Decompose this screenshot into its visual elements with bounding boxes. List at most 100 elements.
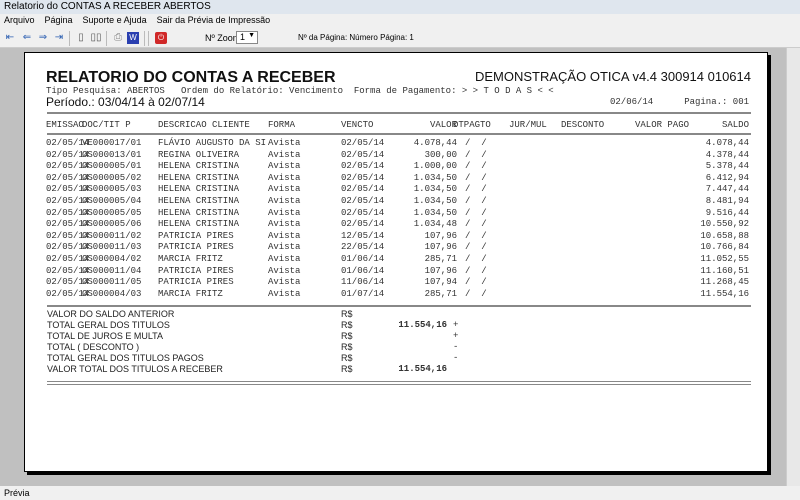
cell: 1.034,50 xyxy=(413,207,457,218)
total-label: VALOR DO SALDO ANTERIOR xyxy=(47,309,175,319)
cell: 4.078,44 xyxy=(413,138,457,148)
cell: 02/05/14 xyxy=(341,184,385,195)
next-page-icon[interactable]: ⇒ xyxy=(37,32,49,44)
menu-sair[interactable]: Sair da Prévia de Impressão xyxy=(157,15,271,27)
menu-pagina[interactable]: Página xyxy=(45,15,73,27)
cell: OS000005/06 xyxy=(82,219,142,230)
window-title: Relatorio do CONTAS A RECEBER ABERTOS xyxy=(0,0,800,14)
cell: HELENA CRISTINA xyxy=(158,161,240,172)
cell: 02/05/14 xyxy=(341,196,385,206)
cell: 4.078,44 xyxy=(705,138,749,148)
status-bar: Prévia xyxy=(0,486,800,500)
cell: 1.034,50 xyxy=(413,184,457,195)
cell: Avista xyxy=(268,230,301,241)
cell: / / xyxy=(465,288,487,299)
total-label: TOTAL GERAL DOS TITULOS xyxy=(47,320,170,330)
cell: / / xyxy=(465,161,487,172)
cell: 107,94 xyxy=(424,277,457,288)
cell: Avista xyxy=(268,265,301,276)
cell: OS000011/02 xyxy=(82,230,142,241)
company-name: DEMONSTRAÇÃO OTICA v4.4 300914 010614 xyxy=(474,69,751,84)
last-page-icon[interactable]: ⇥ xyxy=(53,32,65,44)
cell: Avista xyxy=(268,219,301,230)
cell: 1.000,00 xyxy=(413,161,457,172)
print-icon[interactable]: ⎙ xyxy=(112,32,124,44)
two-pages-icon[interactable]: ▯▯ xyxy=(90,32,102,44)
cell: / / xyxy=(465,138,487,148)
menu-arquivo[interactable]: Arquivo xyxy=(4,15,35,27)
total-sign: - xyxy=(453,342,459,352)
cell: / / xyxy=(465,277,487,288)
menu-suporte[interactable]: Suporte e Ajuda xyxy=(83,15,147,27)
column-header-dtpagto: DTPAGTO xyxy=(453,120,491,130)
cell: HELENA CRISTINA xyxy=(158,172,240,183)
total-currency: R$ xyxy=(341,353,353,363)
column-header-jurmul: JUR/MUL xyxy=(509,120,547,130)
cell: 285,71 xyxy=(424,288,457,299)
prev-page-icon[interactable]: ⇐ xyxy=(21,32,33,44)
cell: OS000004/03 xyxy=(82,288,142,299)
cell: / / xyxy=(465,149,487,160)
total-value: 11.554,16 xyxy=(398,320,447,330)
total-sign: + xyxy=(453,331,459,341)
cell: 02/05/14 xyxy=(341,138,385,148)
cell: 10.658,88 xyxy=(700,230,749,241)
cell: VE000017/01 xyxy=(82,138,142,148)
cell: OS000011/03 xyxy=(82,242,142,253)
cell: Avista xyxy=(268,242,301,253)
menu-bar: Arquivo Página Suporte e Ajuda Sair da P… xyxy=(0,14,800,28)
toolbar: ⇤ ⇐ ⇒ ⇥ ▯ ▯▯ ⎙ W ⏻ Nº Zoom 1 ▼ Nº da Pági… xyxy=(0,28,800,48)
cell: PATRICIA PIRES xyxy=(158,242,234,253)
column-header-valorpago: VALOR PAGO xyxy=(635,120,690,130)
cell: Avista xyxy=(268,138,301,148)
cell: Avista xyxy=(268,149,301,160)
cell: 01/07/14 xyxy=(341,288,385,299)
total-sign: + xyxy=(453,320,459,330)
word-export-icon[interactable]: W xyxy=(127,32,139,44)
cell: 107,96 xyxy=(424,265,457,276)
single-page-icon[interactable]: ▯ xyxy=(75,32,87,44)
cell: 02/05/14 xyxy=(341,149,385,160)
cell: OS000005/01 xyxy=(82,161,142,172)
cell: HELENA CRISTINA xyxy=(158,196,240,206)
cell: HELENA CRISTINA xyxy=(158,219,240,230)
cell: HELENA CRISTINA xyxy=(158,207,240,218)
cell: 1.034,50 xyxy=(413,196,457,206)
cell: / / xyxy=(465,172,487,183)
close-preview-icon[interactable]: ⏻ xyxy=(155,32,167,44)
chevron-down-icon: ▼ xyxy=(248,32,255,39)
cell: 1.034,48 xyxy=(413,219,457,230)
cell: 5.378,44 xyxy=(705,161,749,172)
cell: Avista xyxy=(268,184,301,195)
total-label: TOTAL ( DESCONTO ) xyxy=(47,342,140,352)
cell: 22/05/14 xyxy=(341,242,385,253)
total-currency: R$ xyxy=(341,309,353,319)
cell: Avista xyxy=(268,277,301,288)
report-page-number: Pagina.: 001 xyxy=(684,97,749,107)
zoom-select[interactable]: 1 ▼ xyxy=(236,31,258,44)
cell: 1.034,50 xyxy=(413,172,457,183)
cell: OS000004/02 xyxy=(82,254,142,264)
vertical-scrollbar[interactable] xyxy=(786,48,800,486)
cell: PATRICIA PIRES xyxy=(158,265,234,276)
total-label: VALOR TOTAL DOS TITULOS A RECEBER xyxy=(47,364,223,374)
cell: 02/05/14 xyxy=(341,219,385,230)
cell: 11.268,45 xyxy=(700,277,749,288)
cell: 11.052,55 xyxy=(700,254,749,264)
cell: 12/05/14 xyxy=(341,230,385,241)
first-page-icon[interactable]: ⇤ xyxy=(4,32,16,44)
report-title: RELATORIO DO CONTAS A RECEBER xyxy=(46,69,336,86)
cell: / / xyxy=(465,219,487,230)
cell: 02/05/14 xyxy=(341,172,385,183)
cell: 300,00 xyxy=(424,149,457,160)
cell: 107,96 xyxy=(424,242,457,253)
cell: / / xyxy=(465,184,487,195)
cell: PATRICIA PIRES xyxy=(158,277,234,288)
cell: 6.412,94 xyxy=(705,172,749,183)
cell: OS000005/05 xyxy=(82,207,142,218)
column-header-vencto: VENCTO xyxy=(341,120,374,130)
column-header-emissao: EMISSAO xyxy=(46,120,84,130)
column-header-desconto: DESCONTO xyxy=(561,120,605,130)
cell: 107,96 xyxy=(424,230,457,241)
total-currency: R$ xyxy=(341,320,353,330)
